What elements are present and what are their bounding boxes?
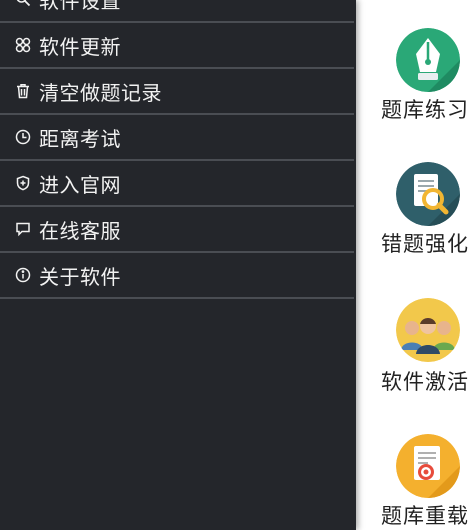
document-magnifier-icon [396, 162, 460, 226]
tile-label: 题库练习 [381, 98, 469, 122]
navigation-drawer: 软件设置 软件更新 清空做题记录 距离考试 进入官网 在线客服 关于软件 [0, 0, 356, 530]
menu-item-label: 进入官网 [39, 172, 121, 197]
menu-item-about[interactable]: 关于软件 [0, 253, 354, 299]
info-icon [13, 265, 33, 285]
drawer-menu: 软件设置 软件更新 清空做题记录 距离考试 进入官网 在线客服 关于软件 [0, 0, 354, 299]
menu-item-exam-countdown[interactable]: 距离考试 [0, 115, 354, 161]
main-content: 题库练习 错题强化 软件激活 题库重载 [356, 0, 472, 530]
search-settings-icon [13, 0, 33, 9]
menu-item-settings[interactable]: 软件设置 [0, 0, 354, 23]
trash-icon [13, 81, 33, 101]
menu-item-label: 在线客服 [39, 218, 121, 243]
menu-item-label: 软件更新 [39, 34, 121, 59]
menu-item-label: 关于软件 [39, 264, 121, 289]
menu-item-online-support[interactable]: 在线客服 [0, 207, 354, 253]
chat-icon [13, 219, 33, 239]
menu-item-official-site[interactable]: 进入官网 [0, 161, 354, 207]
menu-item-update[interactable]: 软件更新 [0, 23, 354, 69]
tile-label: 错题强化 [381, 232, 469, 256]
clock-icon [13, 127, 33, 147]
people-group-icon [396, 298, 460, 362]
grid-icon [13, 35, 33, 55]
tile-label: 题库重载 [381, 504, 469, 528]
menu-item-label: 距离考试 [39, 126, 121, 151]
shield-plus-icon [13, 173, 33, 193]
menu-item-clear-records[interactable]: 清空做题记录 [0, 69, 354, 115]
tile-label: 软件激活 [381, 370, 469, 394]
menu-item-label: 清空做题记录 [39, 80, 162, 105]
document-target-icon [396, 434, 460, 498]
pen-nib-icon [396, 28, 460, 92]
menu-item-label: 软件设置 [39, 0, 121, 13]
